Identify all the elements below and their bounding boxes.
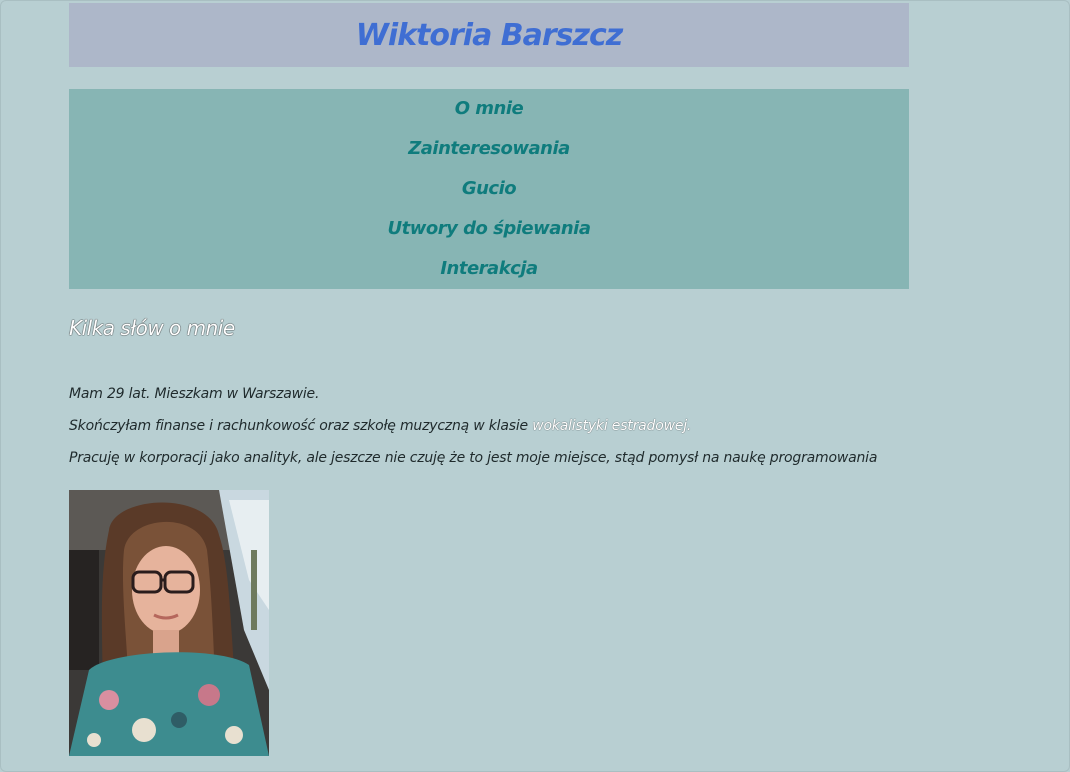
portrait-illustration (69, 490, 269, 756)
about-line-education-text: Skończyłam finanse i rachunkowość oraz s… (69, 418, 533, 434)
about-heading: Kilka słów o mnie (69, 316, 235, 340)
about-line-work: Pracuję w korporacji jako analityk, ale … (69, 450, 878, 466)
nav-item-zainteresowania[interactable]: Zainteresowania (408, 129, 570, 169)
nav-item-o-mnie[interactable]: O mnie (455, 89, 524, 129)
page-container: Wiktoria Barszcz O mnie Zainteresowania … (69, 3, 909, 756)
nav-item-interakcja[interactable]: Interakcja (440, 249, 538, 289)
about-line-education: Skończyłam finanse i rachunkowość oraz s… (69, 410, 909, 442)
main-nav: O mnie Zainteresowania Gucio Utwory do ś… (69, 89, 909, 289)
about-text: Mam 29 lat. Mieszkam w Warszawie. Skończ… (69, 378, 909, 474)
about-line-education-outlined: wokalistyki estradowej. (532, 418, 692, 434)
portrait-photo (69, 490, 269, 756)
site-title: Wiktoria Barszcz (355, 17, 624, 53)
about-line-age: Mam 29 lat. Mieszkam w Warszawie. (69, 386, 320, 402)
nav-item-utwory[interactable]: Utwory do śpiewania (388, 209, 592, 249)
site-header: Wiktoria Barszcz (69, 3, 909, 67)
nav-item-gucio[interactable]: Gucio (462, 169, 517, 209)
